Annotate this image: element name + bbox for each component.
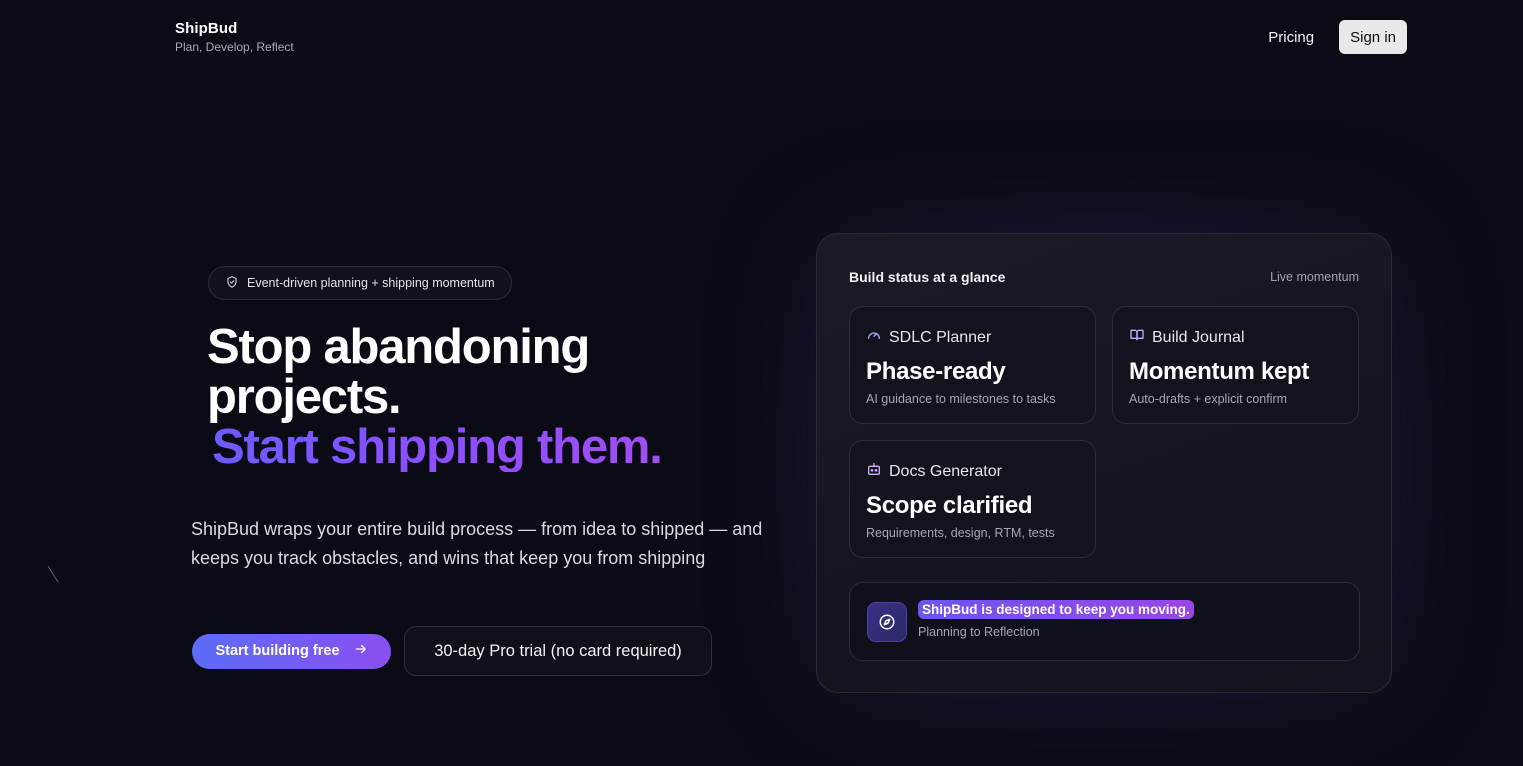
card-label: Docs Generator — [889, 462, 1002, 480]
card-label: SDLC Planner — [889, 328, 992, 346]
start-building-label: Start building free — [215, 643, 340, 659]
sparkle-icon — [47, 565, 59, 583]
card-subtext: AI guidance to milestones to tasks — [866, 392, 1056, 406]
landing-page: ShipBud Plan, Develop, Reflect Pricing S… — [0, 0, 1523, 766]
card-value: Scope clarified — [866, 492, 1033, 519]
brand-tagline: Plan, Develop, Reflect — [175, 40, 294, 54]
brand-name: ShipBud — [175, 20, 238, 37]
arrow-right-icon — [354, 642, 368, 660]
hero-headline: Stop abandoning projects. Start shipping… — [207, 320, 663, 472]
card-value: Momentum kept — [1129, 358, 1310, 385]
headline-line-1: Stop abandoning — [207, 320, 590, 374]
robot-icon — [866, 461, 882, 482]
card-subtext: Requirements, design, RTM, tests — [866, 526, 1055, 540]
shield-icon — [225, 275, 239, 292]
headline-accent: Start shipping them. — [207, 422, 663, 472]
nav-pricing-link[interactable]: Pricing — [1268, 29, 1314, 46]
live-momentum-label: Live momentum — [1270, 270, 1359, 284]
note-title: ShipBud is designed to keep you moving. — [918, 600, 1194, 619]
cta-row: Start building free 30-day Pro trial (no… — [192, 626, 712, 676]
card-label: Build Journal — [1152, 328, 1245, 346]
card-subtext: Auto-drafts + explicit confirm — [1129, 392, 1288, 406]
brand[interactable]: ShipBud Plan, Develop, Reflect — [175, 20, 294, 54]
pro-trial-button[interactable]: 30-day Pro trial (no card required) — [404, 626, 712, 676]
hero-badge: Event-driven planning + shipping momentu… — [208, 266, 512, 300]
book-icon — [1129, 327, 1145, 348]
card-docs-generator[interactable]: Docs Generator Scope clarified Requireme… — [849, 440, 1096, 558]
top-nav: Pricing Sign in — [1268, 20, 1407, 54]
hero-description: ShipBud wraps your entire build process … — [191, 519, 763, 568]
headline-line-2: projects. — [207, 370, 402, 424]
gauge-icon — [866, 327, 882, 348]
card-value: Phase-ready — [866, 358, 1006, 385]
card-build-journal[interactable]: Build Journal Momentum kept Auto-drafts … — [1112, 306, 1359, 424]
compass-icon — [867, 602, 907, 642]
sign-in-button[interactable]: Sign in — [1339, 20, 1407, 54]
note-subtext: Planning to Reflection — [918, 625, 1040, 639]
hero-badge-text: Event-driven planning + shipping momentu… — [247, 276, 495, 290]
card-sdlc-planner[interactable]: SDLC Planner Phase-ready AI guidance to … — [849, 306, 1096, 424]
start-building-button[interactable]: Start building free — [192, 633, 391, 669]
build-status-panel: Build status at a glance Live momentum S… — [816, 233, 1392, 693]
shipbud-note: ShipBud is designed to keep you moving. … — [849, 582, 1360, 661]
panel-title: Build status at a glance — [849, 269, 1006, 285]
